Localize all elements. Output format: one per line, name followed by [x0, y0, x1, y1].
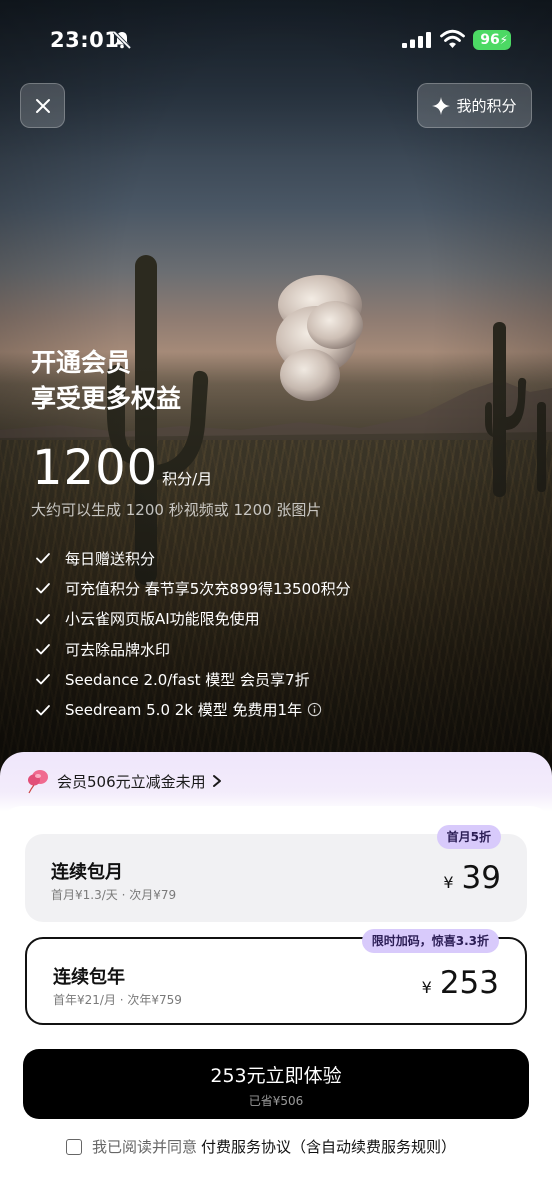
- agreement-row: 我已阅读并同意 付费服务协议（含自动续费服务规则）: [66, 1136, 456, 1157]
- currency-symbol: ¥: [443, 873, 454, 892]
- bell-slash-icon: [112, 30, 132, 50]
- benefit-text: Seedance 2.0/fast 模型 会员享7折: [65, 670, 310, 689]
- benefit-item: 可充值积分 春节享5次充899得13500积分: [35, 573, 351, 603]
- benefit-item: 可去除品牌水印: [35, 634, 351, 664]
- points-description: 大约可以生成 1200 秒视频或 1200 张图片: [31, 501, 322, 519]
- points-amount: 1200 积分/月: [32, 440, 212, 496]
- coupon-link[interactable]: 会员506元立减金未用: [25, 768, 222, 794]
- status-bar: 23:01 96 ⚡: [0, 0, 552, 80]
- agreement-link[interactable]: 付费服务协议（含自动续费服务规则）: [201, 1136, 456, 1157]
- plan-tag: 限时加码，惊喜3.3折: [361, 929, 499, 953]
- plans-container: 首月5折 连续包月 首月¥1.3/天 · 次月¥79 ¥ 39 限时加码，惊喜3…: [0, 806, 552, 1200]
- subscribe-label: 253元立即体验: [210, 1065, 342, 1087]
- sparkle-icon: [432, 96, 451, 115]
- price-value: 253: [439, 965, 499, 1001]
- plan-name: 连续包月: [51, 862, 123, 883]
- price-value: 39: [461, 860, 501, 896]
- benefit-text: 每日赠送积分: [65, 549, 156, 568]
- benefit-text: 小云雀网页版AI功能限免使用: [65, 610, 260, 629]
- chevron-right-icon: [212, 775, 221, 787]
- battery-indicator: 96 ⚡: [473, 30, 511, 50]
- check-icon: [36, 583, 50, 594]
- benefit-text: Seedream 5.0 2k 模型 免费用1年: [65, 701, 303, 720]
- battery-level: 96: [480, 32, 500, 48]
- benefit-item: 每日赠送积分: [35, 543, 351, 573]
- headline-line1: 开通会员: [31, 348, 132, 377]
- coupon-text: 会员506元立减金未用: [57, 772, 206, 791]
- currency-symbol: ¥: [421, 978, 432, 997]
- plan-yearly[interactable]: 限时加码，惊喜3.3折 连续包年 首年¥21/月 · 次年¥759 ¥ 253: [25, 929, 527, 1025]
- check-icon: [36, 704, 50, 716]
- agreement-checkbox[interactable]: [66, 1138, 82, 1155]
- plan-name: 连续包年: [53, 967, 125, 988]
- benefit-item: Seedance 2.0/fast 模型 会员享7折: [35, 664, 351, 694]
- points-unit: 积分/月: [162, 470, 213, 488]
- charging-bolt-icon: ⚡: [499, 33, 508, 47]
- plan-price: ¥ 253: [422, 965, 499, 1001]
- check-icon: [36, 674, 50, 685]
- benefits-list: 每日赠送积分 可充值积分 春节享5次充899得13500积分 小云雀网页版AI功…: [35, 543, 351, 725]
- benefit-item: Seedream 5.0 2k 模型 免费用1年: [35, 694, 351, 724]
- plan-subtitle: 首月¥1.3/天 · 次月¥79: [51, 888, 177, 902]
- my-points-label: 我的积分: [456, 97, 517, 115]
- check-icon: [36, 644, 50, 655]
- close-icon: [35, 98, 50, 113]
- check-icon: [36, 553, 50, 564]
- plan-subtitle: 首年¥21/月 · 次年¥759: [53, 993, 182, 1007]
- benefit-text: 可去除品牌水印: [65, 640, 171, 659]
- wifi-icon: [440, 29, 465, 48]
- my-points-button[interactable]: 我的积分: [417, 83, 532, 128]
- signal-icon: [402, 32, 431, 48]
- info-icon[interactable]: [307, 702, 322, 717]
- page-title: 开通会员 享受更多权益: [31, 345, 181, 417]
- agreement-prefix: 我已阅读并同意: [92, 1138, 198, 1156]
- purchase-sheet: 会员506元立减金未用 首月5折 连续包月 首月¥1.3/天 · 次月¥79 ¥…: [0, 752, 552, 1200]
- headline-line2: 享受更多权益: [31, 384, 182, 413]
- plan-monthly[interactable]: 首月5折 连续包月 首月¥1.3/天 · 次月¥79 ¥ 39: [25, 825, 527, 922]
- benefit-text: 可充值积分 春节享5次充899得13500积分: [65, 579, 351, 598]
- subscribe-button[interactable]: 253元立即体验 已省¥506: [23, 1049, 529, 1119]
- points-number: 1200: [32, 440, 159, 496]
- plan-tag: 首月5折: [436, 825, 501, 849]
- benefit-item: 小云雀网页版AI功能限免使用: [35, 604, 351, 634]
- saved-amount: 已省¥506: [248, 1094, 304, 1108]
- check-icon: [36, 613, 50, 625]
- balloon-icon: [28, 770, 48, 794]
- plan-price: ¥ 39: [443, 860, 501, 896]
- status-time: 23:01: [50, 28, 120, 52]
- close-button[interactable]: [20, 83, 65, 128]
